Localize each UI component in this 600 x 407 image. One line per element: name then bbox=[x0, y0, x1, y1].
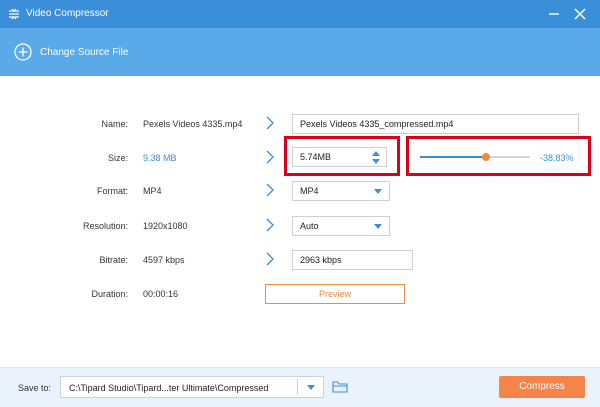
size-label: Size: bbox=[107, 153, 128, 163]
save-to-label: Save to: bbox=[18, 383, 52, 393]
source-format-value: MP4 bbox=[143, 186, 162, 196]
divider bbox=[297, 379, 298, 395]
format-select-value: MP4 bbox=[300, 186, 319, 196]
save-path-select[interactable]: C:\Tipard Studio\Tipard...ter Ultimate\C… bbox=[60, 376, 324, 398]
name-label: Name: bbox=[101, 119, 128, 129]
resolution-select-value: Auto bbox=[300, 221, 319, 231]
format-label: Format: bbox=[96, 186, 128, 196]
highlight-box-slider bbox=[406, 136, 591, 176]
chevron-right-icon bbox=[266, 116, 274, 130]
chevron-right-icon bbox=[266, 218, 274, 232]
title-bar: Video Compressor bbox=[0, 0, 600, 28]
resolution-select[interactable]: Auto bbox=[292, 216, 390, 236]
window-title: Video Compressor bbox=[26, 8, 109, 19]
chevron-right-icon bbox=[266, 183, 274, 197]
source-duration-value: 00:00:16 bbox=[143, 289, 179, 299]
highlight-box-size bbox=[284, 136, 400, 176]
dropdown-arrow-icon bbox=[374, 224, 382, 229]
plus-circle-icon[interactable] bbox=[14, 43, 32, 61]
bitrate-input[interactable]: 2963 kbps bbox=[292, 250, 413, 270]
source-bitrate-value: 4597 kbps bbox=[143, 255, 185, 265]
resolution-label: Resolution: bbox=[82, 221, 128, 231]
change-source-file-button[interactable]: Change Source File bbox=[40, 47, 128, 58]
duration-label: Duration: bbox=[91, 289, 128, 299]
bottom-bar: Save to: C:\Tipard Studio\Tipard...ter U… bbox=[0, 367, 600, 407]
output-name-input[interactable]: Pexels Videos 4335_compressed.mp4 bbox=[292, 114, 579, 134]
bitrate-input-value: 2963 kbps bbox=[300, 255, 342, 265]
format-select[interactable]: MP4 bbox=[292, 181, 390, 201]
chevron-right-icon bbox=[266, 150, 274, 164]
save-path-text: C:\Tipard Studio\Tipard...ter Ultimate\C… bbox=[69, 383, 269, 393]
dropdown-arrow-icon bbox=[374, 189, 382, 194]
bitrate-label: Bitrate: bbox=[99, 255, 128, 265]
compress-button[interactable]: Compress bbox=[499, 376, 585, 398]
close-icon[interactable] bbox=[572, 6, 588, 22]
dropdown-arrow-icon[interactable] bbox=[307, 385, 315, 390]
source-name-value: Pexels Videos 4335.mp4 bbox=[143, 119, 243, 129]
source-size-value: 9.38 MB bbox=[143, 153, 177, 163]
output-name-text: Pexels Videos 4335_compressed.mp4 bbox=[300, 119, 454, 129]
folder-icon[interactable] bbox=[332, 380, 348, 394]
source-resolution-value: 1920x1080 bbox=[143, 221, 188, 231]
compressor-icon bbox=[9, 8, 19, 20]
preview-button[interactable]: Preview bbox=[265, 284, 405, 304]
minimize-icon[interactable] bbox=[546, 6, 562, 22]
chevron-right-icon bbox=[266, 252, 274, 266]
toolbar: Change Source File bbox=[0, 28, 600, 76]
